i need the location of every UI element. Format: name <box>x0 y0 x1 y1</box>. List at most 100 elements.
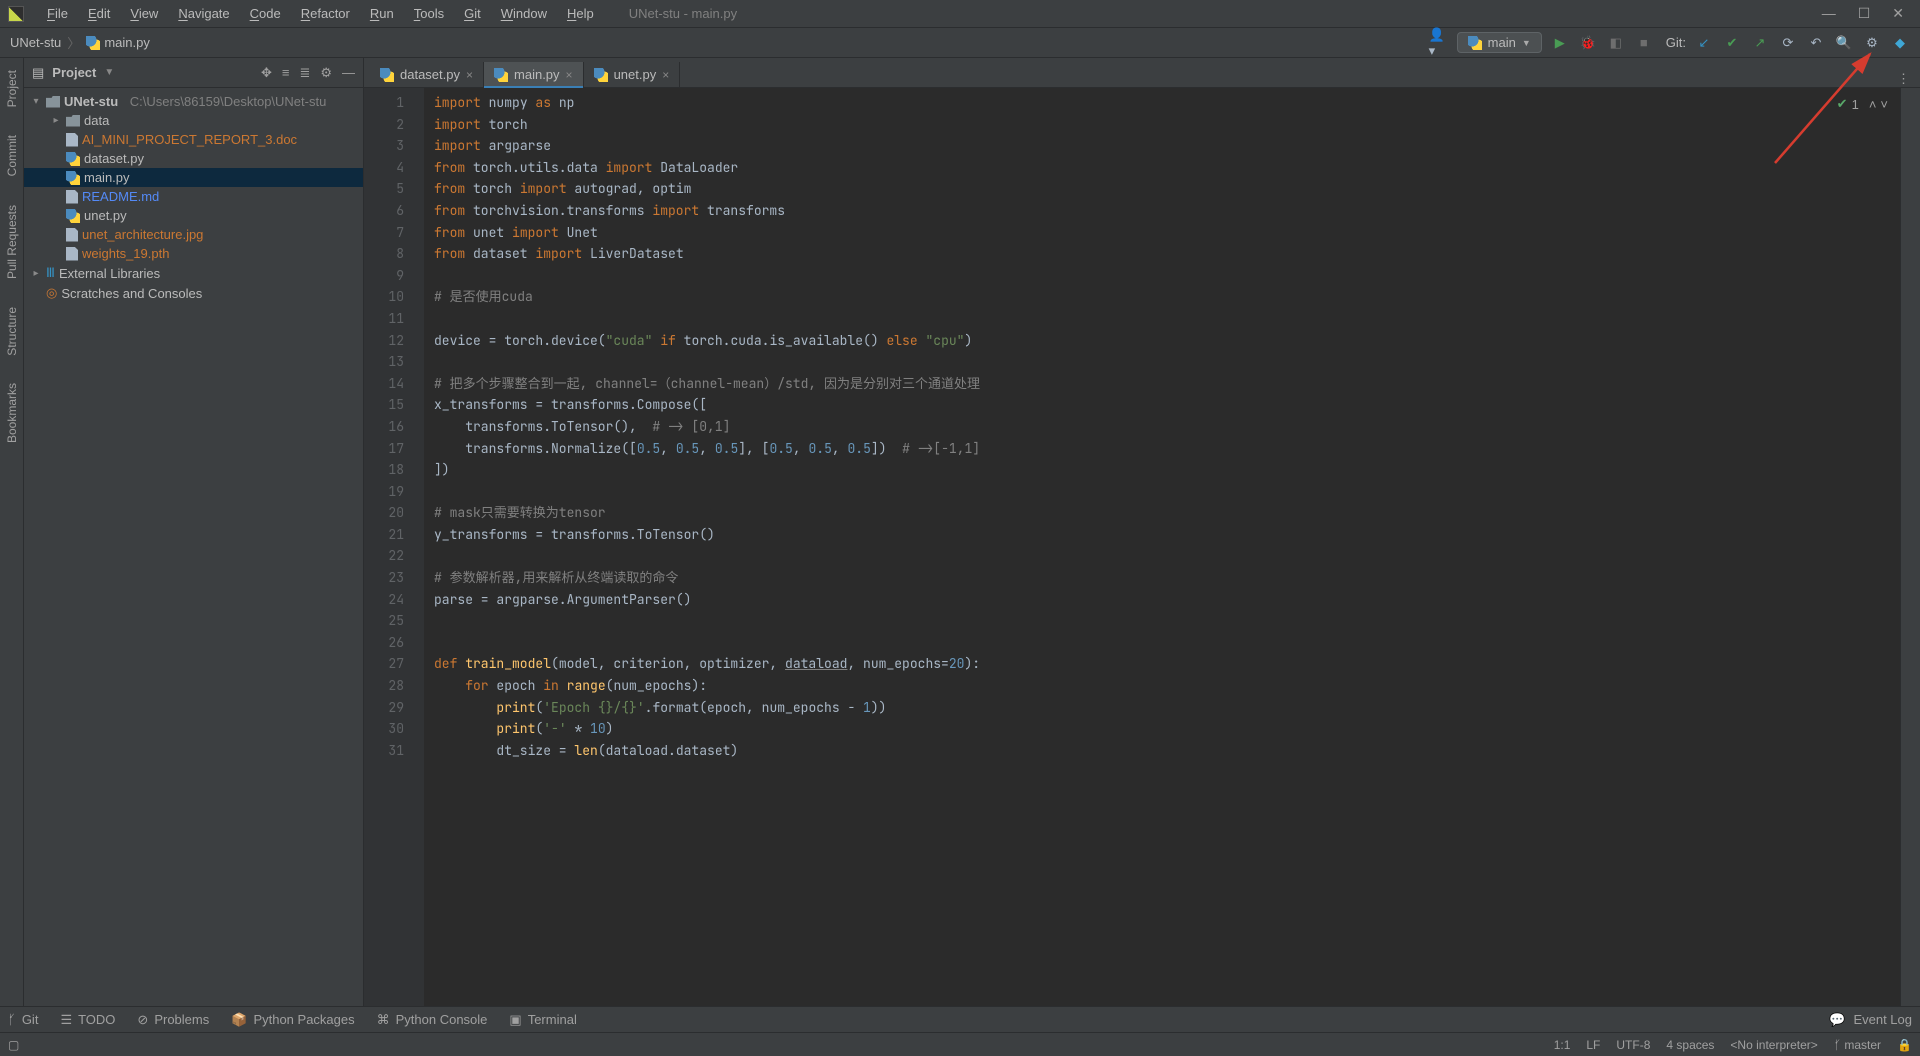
status-indent[interactable]: 4 spaces <box>1666 1038 1714 1052</box>
git-push-icon[interactable]: ↗ <box>1750 33 1770 53</box>
tool-window-list-icon[interactable]: ▢ <box>8 1038 19 1052</box>
bottom-tool-problems[interactable]: ⊘Problems <box>137 1012 209 1028</box>
side-tool-structure[interactable]: Structure <box>5 303 19 360</box>
bottom-tool-python-packages[interactable]: 📦Python Packages <box>231 1012 354 1028</box>
nav-down-icon[interactable]: ˅ <box>1880 97 1888 112</box>
menu-run[interactable]: Run <box>361 3 403 24</box>
status-caret-pos[interactable]: 1:1 <box>1554 1038 1571 1052</box>
bottom-tool-terminal[interactable]: ▣Terminal <box>509 1012 576 1028</box>
code-editor[interactable]: import numpy as npimport torchimport arg… <box>424 88 1900 1006</box>
inspection-badge[interactable]: ✔ 1 ˄ ˅ <box>1831 94 1894 114</box>
coverage-icon[interactable]: ◧ <box>1606 33 1626 53</box>
collapse-all-icon[interactable]: ≣ <box>299 65 310 81</box>
locate-icon[interactable]: ✥ <box>261 65 272 81</box>
code-line[interactable]: def train_model(model, criterion, optimi… <box>434 653 1890 675</box>
code-line[interactable] <box>434 610 1890 632</box>
run-icon[interactable]: ▶ <box>1550 33 1570 53</box>
history-icon[interactable]: ⟳ <box>1778 33 1798 53</box>
settings-icon[interactable]: ⚙ <box>1862 33 1882 53</box>
code-line[interactable]: import numpy as np <box>434 92 1890 114</box>
editor-tab-main-py[interactable]: main.py× <box>484 62 584 87</box>
error-stripe[interactable] <box>1900 88 1920 1006</box>
code-line[interactable] <box>434 308 1890 330</box>
tree-item-dataset-py[interactable]: dataset.py <box>24 149 363 168</box>
code-line[interactable] <box>434 265 1890 287</box>
rollback-icon[interactable]: ↶ <box>1806 33 1826 53</box>
tree-item-readme-md[interactable]: README.md <box>24 187 363 206</box>
minimize-icon[interactable]: — <box>1822 5 1836 22</box>
code-line[interactable]: parse = argparse.ArgumentParser() <box>434 589 1890 611</box>
menu-navigate[interactable]: Navigate <box>169 3 238 24</box>
close-icon[interactable]: ✕ <box>1892 5 1904 22</box>
expand-all-icon[interactable]: ≡ <box>282 65 290 81</box>
menu-view[interactable]: View <box>121 3 167 24</box>
bottom-tool-todo[interactable]: ☰TODO <box>60 1012 115 1028</box>
code-line[interactable]: from torchvision.transforms import trans… <box>434 200 1890 222</box>
chevron-right-icon[interactable]: ▸ <box>30 268 42 279</box>
chevron-right-icon[interactable]: ▸ <box>50 115 62 126</box>
tree-item-weights-19-pth[interactable]: weights_19.pth <box>24 244 363 263</box>
code-line[interactable] <box>434 351 1890 373</box>
run-config-select[interactable]: main ▼ <box>1457 32 1542 53</box>
code-line[interactable]: dt_size = len(dataload.dataset) <box>434 740 1890 762</box>
editor-tab-dataset-py[interactable]: dataset.py× <box>370 62 484 87</box>
menu-code[interactable]: Code <box>241 3 290 24</box>
close-tab-icon[interactable]: × <box>466 68 473 82</box>
search-icon[interactable]: 🔍 <box>1834 33 1854 53</box>
chevron-down-icon[interactable]: ▾ <box>30 96 42 107</box>
code-line[interactable]: y_transforms = transforms.ToTensor() <box>434 524 1890 546</box>
editor-tab-unet-py[interactable]: unet.py× <box>584 62 681 87</box>
tree-item-data[interactable]: ▸data <box>24 111 363 130</box>
tree-item-ai-mini-project-report-3-doc[interactable]: AI_MINI_PROJECT_REPORT_3.doc <box>24 130 363 149</box>
status-interpreter[interactable]: <No interpreter> <box>1730 1038 1817 1052</box>
tree-item-unet-py[interactable]: unet.py <box>24 206 363 225</box>
nav-up-icon[interactable]: ˄ <box>1869 97 1877 112</box>
status-branch[interactable]: ᚶ master <box>1834 1038 1881 1052</box>
code-line[interactable]: from torch import autograd, optim <box>434 178 1890 200</box>
menu-tools[interactable]: Tools <box>405 3 453 24</box>
code-line[interactable] <box>434 481 1890 503</box>
close-tab-icon[interactable]: × <box>566 68 573 82</box>
project-pane-title[interactable]: Project <box>52 65 96 80</box>
gear-icon[interactable]: ⚙ <box>320 65 332 81</box>
line-number-gutter[interactable]: 1234567891011121314151617181920212223242… <box>364 88 412 1006</box>
menu-window[interactable]: Window <box>492 3 556 24</box>
close-tab-icon[interactable]: × <box>662 68 669 82</box>
side-tool-pull-requests[interactable]: Pull Requests <box>5 201 19 283</box>
code-line[interactable]: from torch.utils.data import DataLoader <box>434 157 1890 179</box>
code-line[interactable]: import argparse <box>434 135 1890 157</box>
stop-icon[interactable]: ■ <box>1634 33 1654 53</box>
code-line[interactable]: print('Epoch {}/{}'.format(epoch, num_ep… <box>434 697 1890 719</box>
code-line[interactable]: transforms.Normalize([0.5, 0.5, 0.5], [0… <box>434 438 1890 460</box>
tree-item-main-py[interactable]: main.py <box>24 168 363 187</box>
side-tool-bookmarks[interactable]: Bookmarks <box>5 379 19 447</box>
git-commit-icon[interactable]: ✔ <box>1722 33 1742 53</box>
more-tabs-icon[interactable]: ⋮ <box>1887 71 1920 87</box>
code-line[interactable]: import torch <box>434 114 1890 136</box>
tree-external-libs[interactable]: ▸ Ⅲ External Libraries <box>24 263 363 283</box>
hide-pane-icon[interactable]: — <box>342 65 355 81</box>
add-user-icon[interactable]: 👤▾ <box>1429 33 1449 53</box>
tree-item-unet-architecture-jpg[interactable]: unet_architecture.jpg <box>24 225 363 244</box>
breadcrumb-file[interactable]: main.py <box>104 35 150 50</box>
code-line[interactable] <box>434 545 1890 567</box>
code-line[interactable]: # 把多个步骤整合到一起, channel=（channel-mean）/std… <box>434 373 1890 395</box>
bottom-tool-python-console[interactable]: ⌘Python Console <box>377 1012 488 1028</box>
status-line-ending[interactable]: LF <box>1586 1038 1600 1052</box>
code-line[interactable]: from dataset import LiverDataset <box>434 243 1890 265</box>
code-line[interactable]: print('-' * 10) <box>434 718 1890 740</box>
menu-file[interactable]: File <box>38 3 77 24</box>
code-line[interactable]: x_transforms = transforms.Compose([ <box>434 394 1890 416</box>
code-line[interactable]: # 参数解析器,用来解析从终端读取的命令 <box>434 567 1890 589</box>
breadcrumb-project[interactable]: UNet-stu <box>10 35 61 50</box>
side-tool-commit[interactable]: Commit <box>5 131 19 180</box>
ide-services-icon[interactable]: ◆ <box>1890 33 1910 53</box>
git-pull-icon[interactable]: ↙ <box>1694 33 1714 53</box>
tree-root[interactable]: ▾ UNet-stu C:\Users\86159\Desktop\UNet-s… <box>24 92 363 111</box>
breadcrumb[interactable]: UNet-stu 〉 main.py <box>10 33 150 52</box>
code-line[interactable]: # mask只需要转换为tensor <box>434 502 1890 524</box>
project-view-icon[interactable]: ▤ <box>32 65 44 81</box>
code-line[interactable]: from unet import Unet <box>434 222 1890 244</box>
project-tree[interactable]: ▾ UNet-stu C:\Users\86159\Desktop\UNet-s… <box>24 88 363 1006</box>
code-line[interactable]: device = torch.device("cuda" if torch.cu… <box>434 330 1890 352</box>
